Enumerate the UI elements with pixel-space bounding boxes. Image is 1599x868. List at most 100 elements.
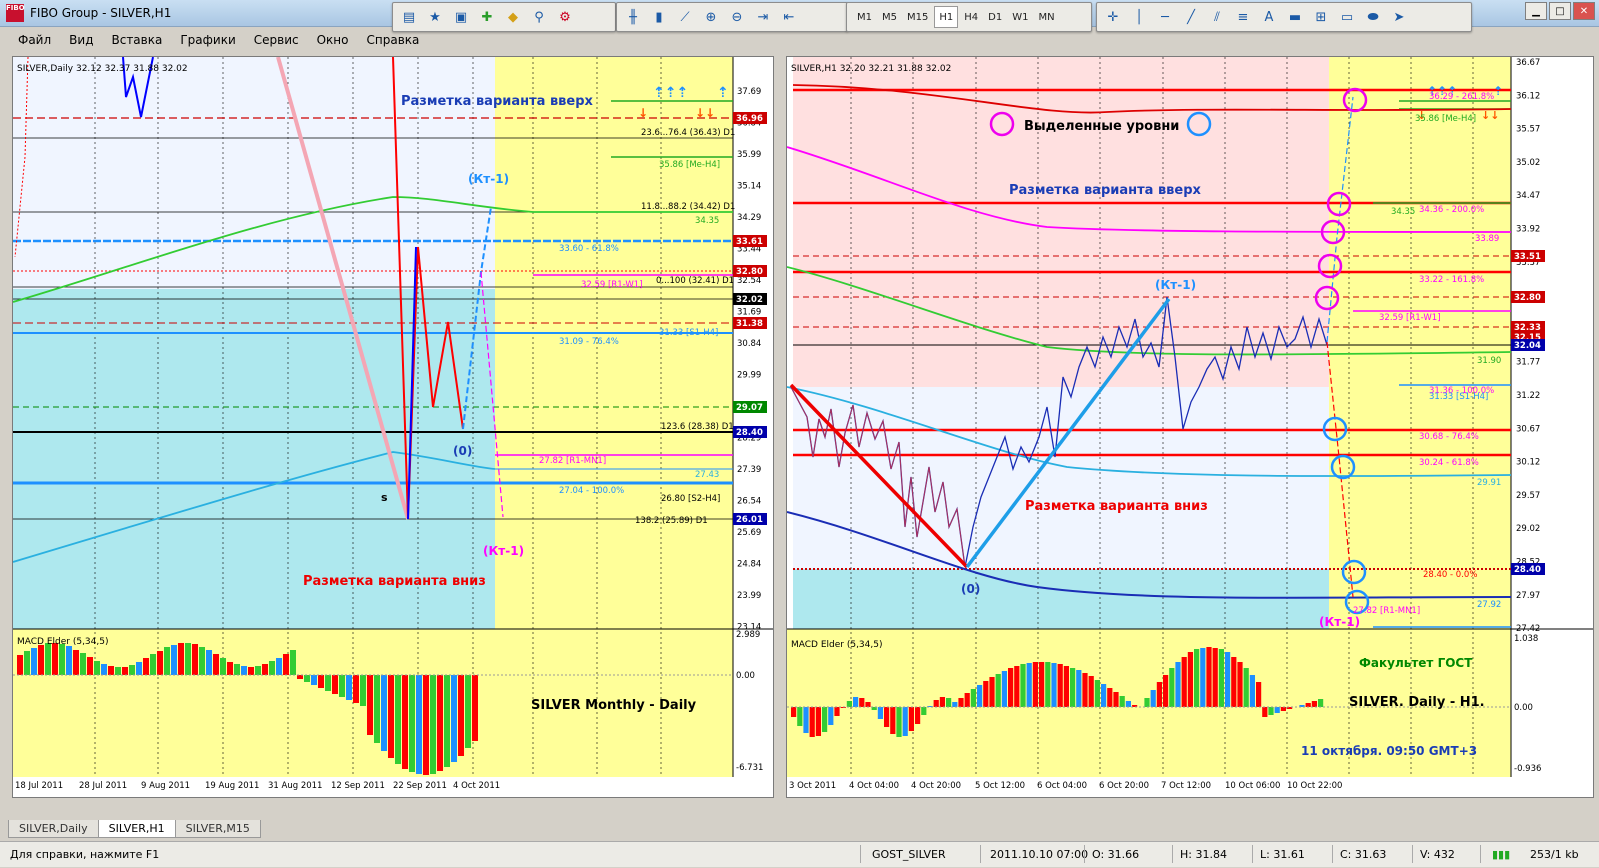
macd-bar (1218, 649, 1224, 707)
autoscroll-icon[interactable]: ⇥ (753, 7, 773, 27)
menu-view[interactable]: Вид (61, 30, 101, 50)
macd-bar (834, 707, 840, 716)
macd-bar (199, 647, 205, 675)
rectangle-icon[interactable]: ▭ (1337, 7, 1357, 27)
horizontal-line-icon[interactable]: ─ (1155, 7, 1175, 27)
maximize-button[interactable]: □ (1549, 2, 1571, 20)
annotation-up: Разметка варианта вверх (401, 94, 594, 109)
macd-bar (24, 651, 30, 675)
expert-icon[interactable]: ◆ (503, 7, 523, 27)
annotation-up: Разметка варианта вверх (1009, 183, 1202, 198)
trendline-icon[interactable]: ╱ (1181, 7, 1201, 27)
tf-mn[interactable]: MN (1034, 7, 1058, 27)
tab-silver-h1[interactable]: SILVER,H1 (97, 820, 176, 838)
level-label: 23.6...76.4 (36.43) D1 (641, 128, 735, 138)
tf-h1[interactable]: H1 (934, 6, 959, 28)
macd-bar (983, 681, 989, 707)
level-label: 34.35 (695, 216, 719, 226)
menu-window[interactable]: Окно (309, 30, 357, 50)
text-tool-icon[interactable]: A (1259, 7, 1279, 27)
macd-bar (402, 675, 408, 769)
tester-icon[interactable]: ⚲ (529, 7, 549, 27)
zoom-out-icon[interactable]: ⊖ (727, 7, 747, 27)
minimize-button[interactable]: ▁ (1525, 2, 1547, 20)
zoom-in-icon[interactable]: ⊕ (701, 7, 721, 27)
svg-text:↓↓: ↓↓ (695, 106, 715, 120)
chart-shift-icon[interactable]: ⇤ (779, 7, 799, 27)
macd-bar (865, 702, 871, 707)
tab-silver-daily[interactable]: SILVER,Daily (8, 820, 99, 838)
level-label: 33.60 - 61.8% (559, 244, 619, 254)
macd-bar (192, 644, 198, 675)
market-watch-icon[interactable]: ▣ (451, 7, 471, 27)
tab-silver-m15[interactable]: SILVER,M15 (174, 820, 261, 838)
price-tick: 27.97 (1516, 591, 1540, 601)
level-label: 29.91 (1477, 478, 1501, 488)
new-chart-icon[interactable]: ▤ (399, 7, 419, 27)
level-label: 27.92 (1477, 600, 1501, 610)
macd-bar (136, 662, 142, 675)
new-order-icon[interactable]: ✚ (477, 7, 497, 27)
menu-insert[interactable]: Вставка (103, 30, 170, 50)
label-icon[interactable]: ▬ (1285, 7, 1305, 27)
date-tick: 10 Oct 06:00 (1225, 781, 1280, 791)
level-label: 36.29 - 261.8% (1429, 92, 1494, 102)
macd-bar (367, 675, 373, 735)
chart-canvas-daily[interactable]: ⇡⇡⇡ ⇡ ↓ ↓↓ SILVER,Daily 32.12 32.37 31.8… (12, 56, 773, 797)
chart-canvas-h1[interactable]: ⇡⇡⇡ ⇡ ↓ ↓↓ SILVER,H1 32.20 32.21 31.88 3… (786, 57, 1593, 797)
price-scale-daily: 37.6936.8435.9935.1434.2933.4432.5431.69… (737, 87, 761, 633)
vertical-line-icon[interactable]: │ (1129, 7, 1149, 27)
crosshair-icon[interactable]: ✛ (1103, 7, 1123, 27)
ellipse-icon[interactable]: ⬬ (1363, 7, 1383, 27)
annotation-zero: (0) (453, 444, 472, 458)
options-icon[interactable]: ⚙ (555, 7, 575, 27)
menu-tools[interactable]: Сервис (246, 30, 307, 50)
chart-caption-daily: SILVER Monthly - Daily (531, 698, 697, 713)
macd-bar (946, 698, 952, 707)
macd-bar (1206, 647, 1212, 707)
line-chart-icon[interactable]: ⟋ (675, 7, 695, 27)
macd-bar (877, 707, 883, 719)
price-badge: 31.38 (736, 319, 763, 329)
tf-h4[interactable]: H4 (960, 7, 982, 27)
macd-bar (185, 643, 191, 675)
fibo-icon[interactable]: ≡ (1233, 7, 1253, 27)
date-tick: 4 Oct 2011 (453, 781, 500, 791)
macd-bar (1051, 663, 1057, 707)
tf-m1[interactable]: M1 (853, 7, 876, 27)
caption-faculty: Факультет ГОСТ (1359, 656, 1473, 670)
menu-help[interactable]: Справка (359, 30, 428, 50)
channel-icon[interactable]: ⫽ (1207, 7, 1227, 27)
tf-m15[interactable]: M15 (903, 7, 932, 27)
macd-bar (388, 675, 394, 758)
macd-bar (1008, 668, 1014, 707)
macd-bar (276, 658, 282, 675)
price-tick: 29.99 (737, 371, 761, 381)
macd-bar (171, 645, 177, 675)
bar-chart-icon[interactable]: ╫ (623, 7, 643, 27)
macd-bar (915, 707, 921, 724)
profiles-icon[interactable]: ★ (425, 7, 445, 27)
macd-tick: 1.038 (1514, 634, 1538, 644)
macd-bar (1045, 662, 1051, 707)
price-badge: 32.80 (736, 267, 763, 277)
level-label: 27.82 [R1-MN1] (539, 456, 606, 466)
menu-file[interactable]: Файл (10, 30, 59, 50)
tf-m5[interactable]: M5 (878, 7, 901, 27)
price-tick: 37.69 (737, 87, 761, 97)
caption-date: 11 октября. 09:50 GMT+3 (1301, 744, 1477, 758)
chart-window-daily[interactable]: ⇡⇡⇡ ⇡ ↓ ↓↓ SILVER,Daily 32.12 32.37 31.8… (12, 56, 774, 798)
annotation-kt1-down: (Кт-1) (483, 544, 524, 558)
menu-charts[interactable]: Графики (172, 30, 243, 50)
close-button[interactable]: ✕ (1573, 2, 1595, 20)
price-tick: 36.67 (1516, 58, 1540, 68)
candle-chart-icon[interactable]: ▮ (649, 7, 669, 27)
macd-tick: 0.00 (1514, 703, 1533, 713)
tf-w1[interactable]: W1 (1008, 7, 1032, 27)
level-label: 11.8...88.2 (34.42) D1 (641, 202, 735, 212)
tf-d1[interactable]: D1 (984, 7, 1006, 27)
fibo-fan-icon[interactable]: ⊞ (1311, 7, 1331, 27)
chart-window-h1[interactable]: ⇡⇡⇡ ⇡ ↓ ↓↓ SILVER,H1 32.20 32.21 31.88 3… (786, 56, 1594, 798)
price-tick: 24.84 (737, 560, 761, 570)
arrow-icon[interactable]: ➤ (1389, 7, 1409, 27)
